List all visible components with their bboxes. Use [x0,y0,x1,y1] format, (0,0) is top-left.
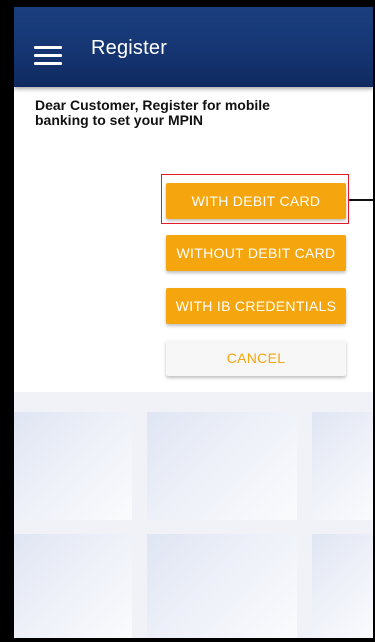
cancel-button[interactable]: CANCEL [166,340,346,376]
background-tile [14,412,132,520]
menu-line [34,54,62,57]
frame-top-border [0,0,375,7]
with-ib-credentials-button[interactable]: WITH IB CREDENTIALS [166,288,346,324]
frame-bottom-border [0,638,375,642]
background-pattern [14,392,373,638]
background-tile [312,534,373,638]
highlight-box [161,174,349,224]
callout-pointer-line [349,199,373,201]
frame-left-border [0,0,14,642]
menu-line [34,62,62,65]
page-title: Register [91,37,168,59]
background-tile [147,412,297,520]
hamburger-menu-icon[interactable] [34,44,62,66]
register-instructions: Dear Customer, Register for mobile banki… [35,97,270,128]
app-bar: Register [14,7,373,87]
background-tile [14,534,132,638]
without-debit-card-button[interactable]: WITHOUT DEBIT CARD [166,235,346,271]
register-screen: Register Dear Customer, Register for mob… [14,7,373,638]
background-tile [147,534,297,638]
menu-line [34,46,62,49]
background-tile [312,412,373,520]
